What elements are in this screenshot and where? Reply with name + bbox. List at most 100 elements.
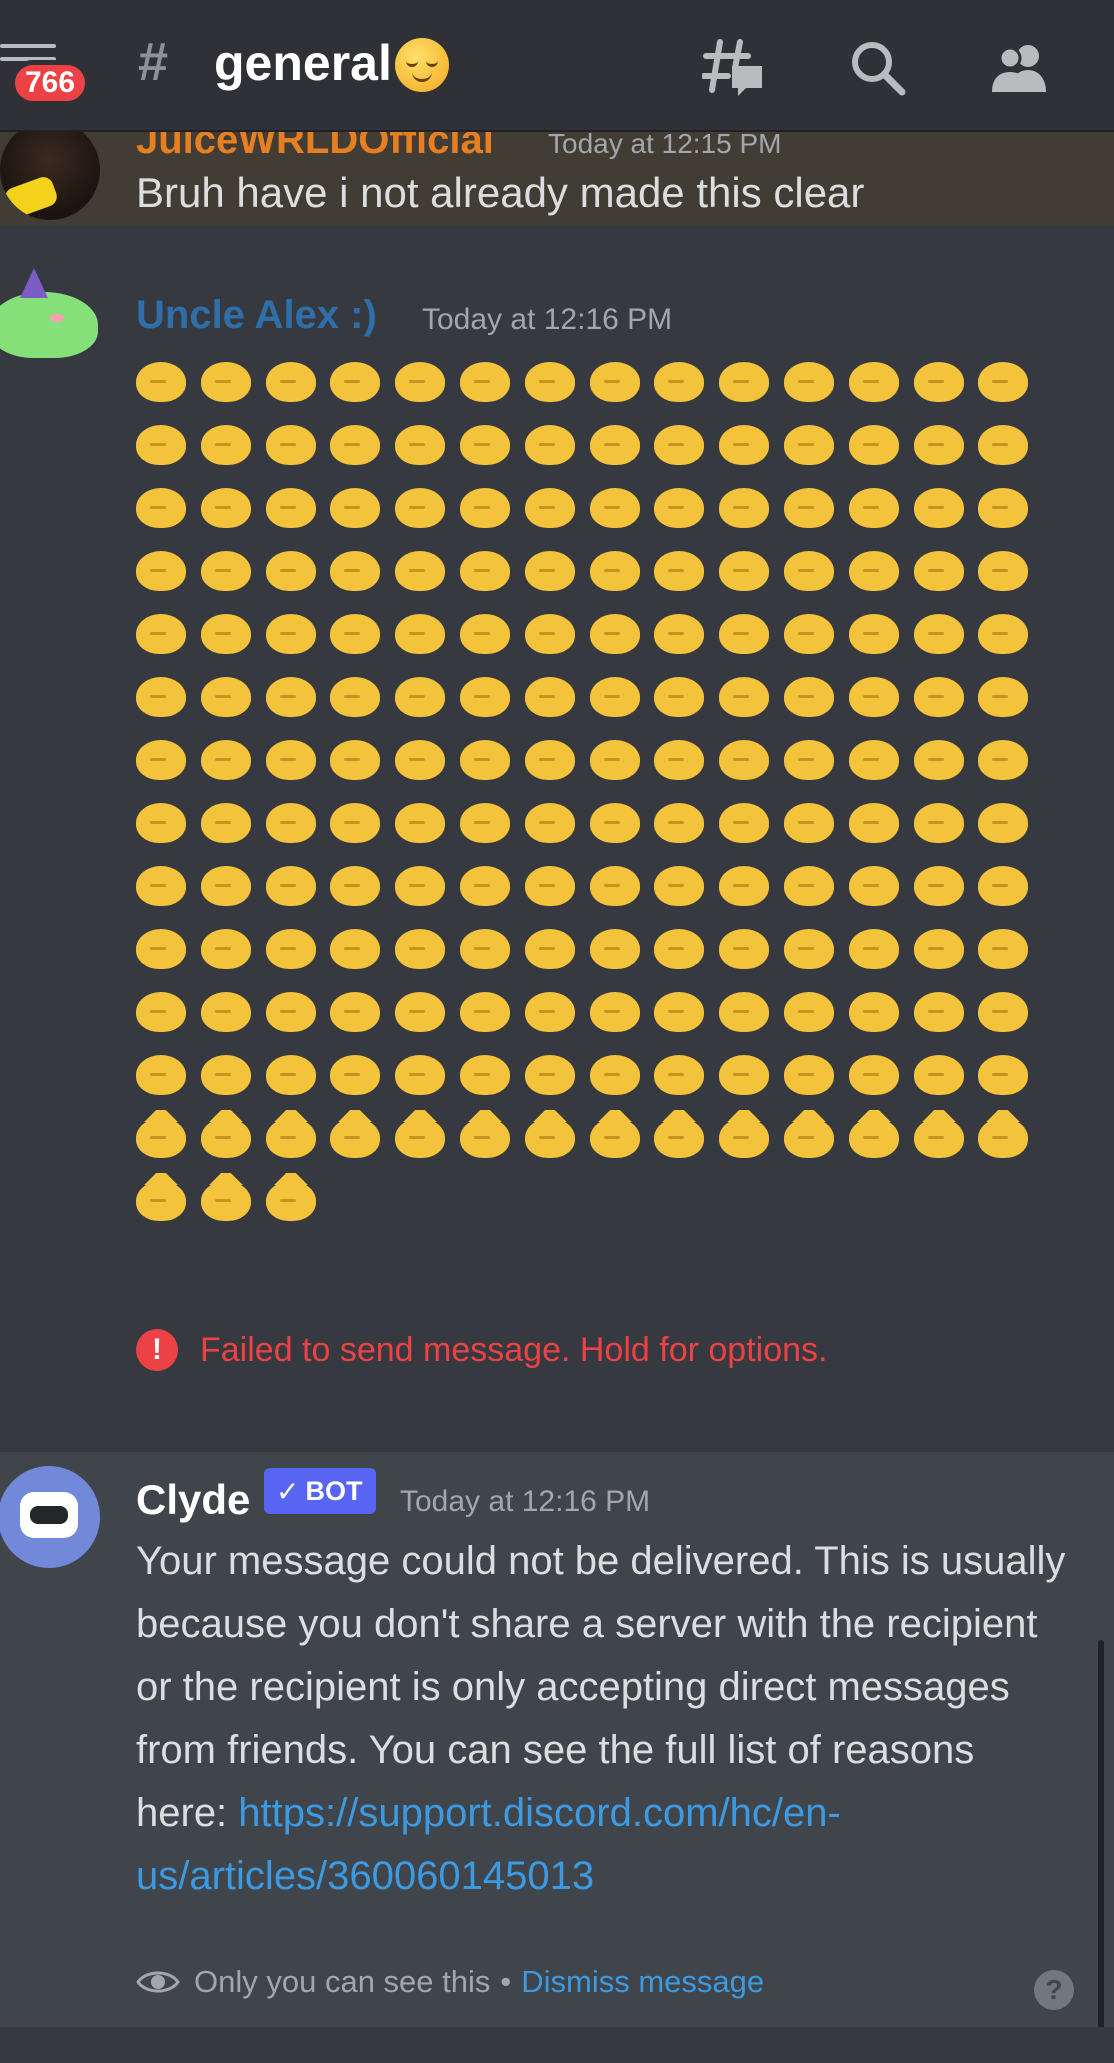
blob-emoji[interactable]: [719, 677, 770, 717]
blob-emoji[interactable]: [136, 740, 186, 780]
blob-emoji[interactable]: [265, 1110, 316, 1158]
blob-emoji[interactable]: [913, 866, 964, 906]
support-link[interactable]: https://support.discord.com/hc/en-us/art…: [136, 1791, 841, 1898]
blob-emoji[interactable]: [848, 614, 899, 654]
blob-emoji[interactable]: [200, 488, 251, 528]
blob-emoji[interactable]: [589, 614, 640, 654]
avatar[interactable]: [0, 268, 98, 358]
blob-emoji[interactable]: [265, 866, 316, 906]
message-clyde[interactable]: Clyde ✓ BOT Today at 12:16 PM Your messa…: [0, 1452, 1114, 2027]
blob-emoji[interactable]: [978, 803, 1029, 843]
blob-emoji[interactable]: [978, 740, 1029, 780]
blob-emoji[interactable]: [978, 1055, 1029, 1095]
blob-emoji[interactable]: [978, 551, 1029, 591]
blob-emoji[interactable]: [913, 362, 964, 402]
blob-emoji[interactable]: [265, 362, 316, 402]
blob-emoji[interactable]: [265, 677, 316, 717]
blob-emoji[interactable]: [200, 425, 251, 465]
blob-emoji[interactable]: [136, 677, 186, 717]
blob-emoji[interactable]: [654, 488, 705, 528]
blob-emoji[interactable]: [136, 1055, 186, 1095]
blob-emoji[interactable]: [265, 929, 316, 969]
blob-emoji[interactable]: [654, 425, 705, 465]
blob-emoji[interactable]: [654, 929, 705, 969]
blob-emoji[interactable]: [524, 488, 575, 528]
blob-emoji[interactable]: [395, 362, 446, 402]
blob-emoji[interactable]: [265, 740, 316, 780]
blob-emoji[interactable]: [783, 866, 834, 906]
blob-emoji[interactable]: [654, 677, 705, 717]
blob-emoji[interactable]: [719, 1110, 770, 1158]
blob-emoji[interactable]: [654, 992, 705, 1032]
blob-emoji[interactable]: [395, 677, 446, 717]
blob-emoji[interactable]: [719, 803, 770, 843]
blob-emoji[interactable]: [330, 551, 381, 591]
blob-emoji[interactable]: [913, 425, 964, 465]
blob-emoji[interactable]: [330, 1055, 381, 1095]
blob-emoji[interactable]: [200, 929, 251, 969]
blob-emoji[interactable]: [524, 614, 575, 654]
blob-emoji[interactable]: [848, 488, 899, 528]
dismiss-message-link[interactable]: Dismiss message: [521, 1964, 764, 2000]
blob-emoji[interactable]: [200, 1110, 251, 1158]
blob-emoji[interactable]: [200, 614, 251, 654]
blob-emoji[interactable]: [848, 425, 899, 465]
blob-emoji[interactable]: [913, 1110, 964, 1158]
blob-emoji[interactable]: [524, 740, 575, 780]
message-juice[interactable]: JuiceWRLDOfficial Today at 12:15 PM Bruh…: [0, 132, 1114, 226]
blob-emoji[interactable]: [459, 866, 510, 906]
blob-emoji[interactable]: [783, 677, 834, 717]
blob-emoji[interactable]: [330, 488, 381, 528]
blob-emoji[interactable]: [978, 677, 1029, 717]
blob-emoji[interactable]: [136, 1173, 186, 1221]
blob-emoji[interactable]: [265, 614, 316, 654]
blob-emoji[interactable]: [395, 803, 446, 843]
blob-emoji[interactable]: [200, 866, 251, 906]
blob-emoji[interactable]: [459, 1055, 510, 1095]
blob-emoji[interactable]: [589, 866, 640, 906]
blob-emoji[interactable]: [589, 929, 640, 969]
blob-emoji[interactable]: [524, 803, 575, 843]
blob-emoji[interactable]: [719, 929, 770, 969]
blob-emoji[interactable]: [330, 929, 381, 969]
blob-emoji[interactable]: [200, 1055, 251, 1095]
blob-emoji[interactable]: [330, 614, 381, 654]
blob-emoji[interactable]: [524, 866, 575, 906]
blob-emoji[interactable]: [913, 614, 964, 654]
blob-emoji[interactable]: [978, 614, 1029, 654]
blob-emoji[interactable]: [978, 362, 1029, 402]
blob-emoji[interactable]: [200, 1173, 251, 1221]
blob-emoji[interactable]: [654, 740, 705, 780]
blob-emoji[interactable]: [136, 803, 186, 843]
blob-emoji[interactable]: [395, 551, 446, 591]
blob-emoji[interactable]: [913, 1055, 964, 1095]
message-author[interactable]: Uncle Alex :): [136, 290, 377, 340]
blob-emoji[interactable]: [136, 1110, 186, 1158]
blob-emoji[interactable]: [136, 551, 186, 591]
blob-emoji[interactable]: [783, 803, 834, 843]
blob-emoji[interactable]: [848, 992, 899, 1032]
blob-emoji[interactable]: [589, 992, 640, 1032]
blob-emoji[interactable]: [654, 551, 705, 591]
blob-emoji[interactable]: [654, 1110, 705, 1158]
blob-emoji[interactable]: [395, 425, 446, 465]
blob-emoji[interactable]: [719, 992, 770, 1032]
scrollbar[interactable]: [1098, 1640, 1104, 2040]
avatar[interactable]: [0, 132, 100, 220]
blob-emoji[interactable]: [783, 1055, 834, 1095]
blob-emoji[interactable]: [589, 488, 640, 528]
blob-emoji[interactable]: [200, 740, 251, 780]
help-icon[interactable]: ?: [1034, 1970, 1074, 2010]
blob-emoji[interactable]: [978, 929, 1029, 969]
blob-emoji[interactable]: [524, 551, 575, 591]
blob-emoji[interactable]: [978, 488, 1029, 528]
message-author[interactable]: Clyde: [136, 1472, 250, 1528]
blob-emoji[interactable]: [913, 803, 964, 843]
blob-emoji[interactable]: [265, 551, 316, 591]
blob-emoji[interactable]: [654, 1055, 705, 1095]
blob-emoji[interactable]: [136, 488, 186, 528]
blob-emoji[interactable]: [848, 740, 899, 780]
blob-emoji[interactable]: [200, 803, 251, 843]
blob-emoji[interactable]: [783, 740, 834, 780]
blob-emoji[interactable]: [848, 929, 899, 969]
